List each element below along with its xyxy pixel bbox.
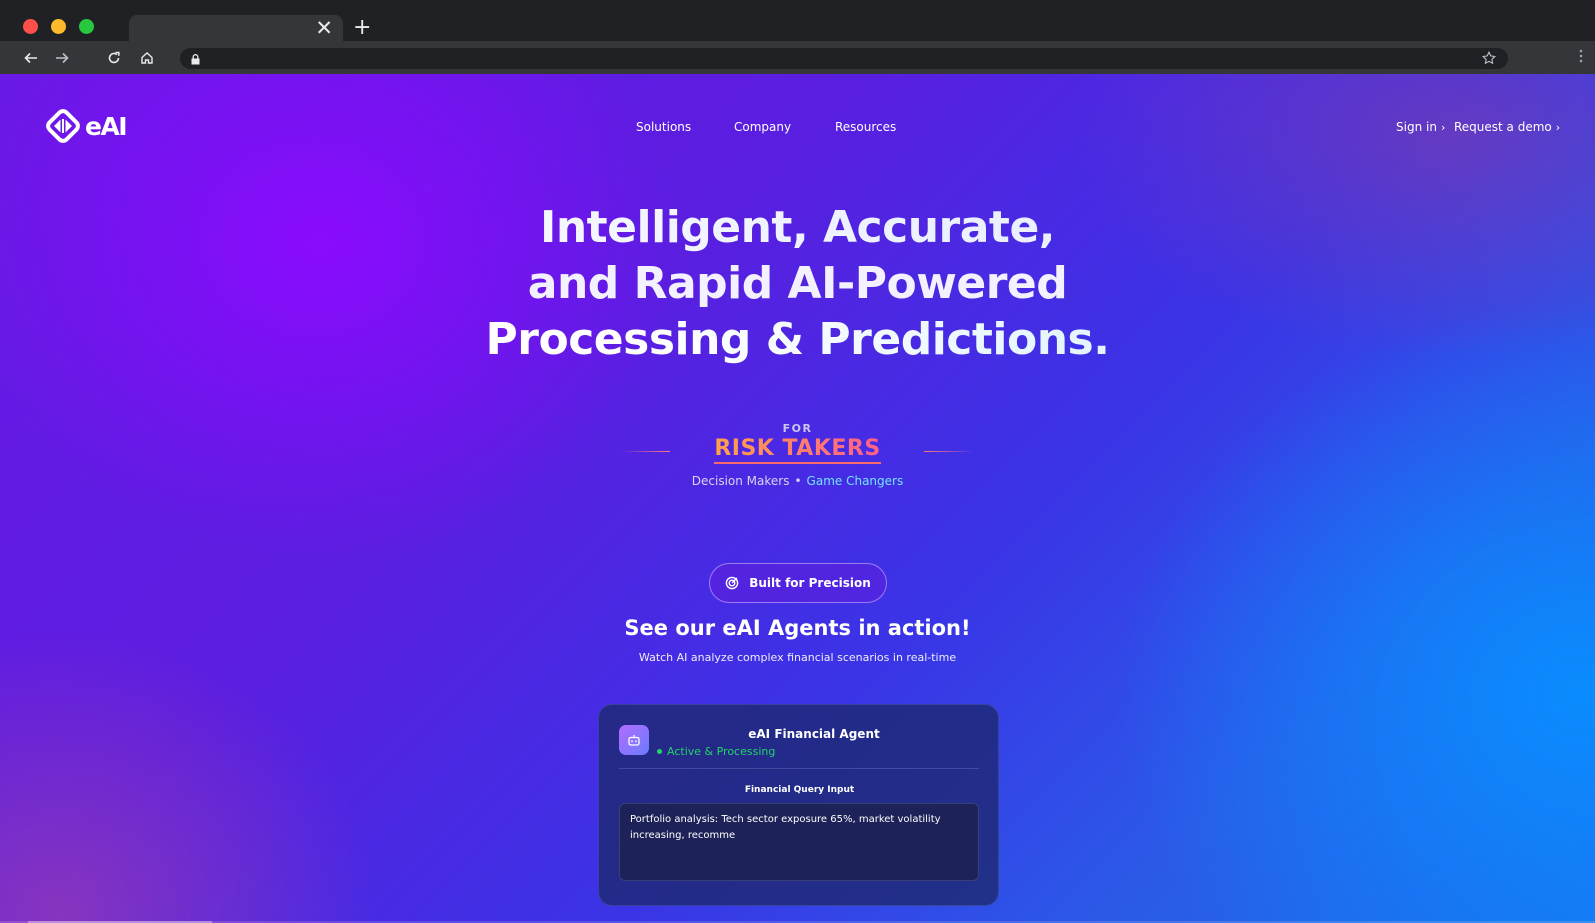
for-label: FOR [782,422,813,435]
hero-title-line-1: Intelligent, Accurate, [0,200,1595,256]
new-tab-icon[interactable]: + [353,17,371,39]
target-icon [725,576,739,590]
audience-roles: Decision Makers • Game Changers [0,474,1595,488]
role-decision-makers: Decision Makers [691,474,790,488]
status-dot-icon [657,748,662,754]
close-tab-icon[interactable]: ✕ [315,17,333,39]
agent-name: eAI Financial Agent [748,727,880,741]
address-bar[interactable] [180,48,1508,69]
request-demo-label: Request a demo [1454,120,1552,134]
home-icon[interactable] [136,47,158,69]
divider [619,768,979,769]
section-subtitle: Watch AI analyze complex financial scena… [638,651,957,664]
agent-status-text: Active & Processing [667,745,776,758]
hero-title: Intelligent, Accurate, and Rapid AI-Powe… [0,200,1595,368]
star-icon[interactable] [1482,50,1496,70]
nav-item-resources[interactable]: Resources [835,119,896,135]
section-title: See our eAI Agents in action! [624,616,971,640]
audience-text: RISK TAKERS [714,436,881,464]
built-for-precision-button[interactable]: Built for Precision [709,563,887,603]
hero-title-line-2: and Rapid AI-Powered [527,258,1068,309]
hero-title-line-3: Processing & Predictions. [0,312,1595,368]
maximize-window-button[interactable] [79,19,94,34]
chevron-right-icon: › [1555,121,1561,134]
back-arrow-icon[interactable] [20,47,42,69]
browser-tab-strip: ✕ + [0,0,1595,41]
audience-headline: RISK TAKERS [0,436,1595,464]
robot-icon [619,725,649,755]
main-nav: Solutions Company Resources Sign in › Req… [0,119,1595,139]
role-separator: • [794,474,802,488]
role-game-changers: Game Changers [806,474,904,488]
browser-toolbar [0,41,1595,74]
lock-icon [191,52,200,70]
sign-in-label: Sign in [1396,120,1437,134]
query-label: Financial Query Input [744,785,855,795]
forward-arrow-icon[interactable] [51,47,73,69]
request-demo-link[interactable]: Request a demo › [1454,119,1560,136]
close-window-button[interactable] [23,19,38,34]
pill-label: Built for Precision [749,576,871,590]
browser-tab[interactable]: ✕ [129,15,343,41]
page-viewport: eAI Solutions Company Resources Sign in ›… [0,74,1595,923]
financial-query-input[interactable]: Portfolio analysis: Tech sector exposure… [619,803,979,881]
agent-card: eAI Financial Agent Active & Processing … [598,704,999,906]
minimize-window-button[interactable] [51,19,66,34]
sign-in-link[interactable]: Sign in › [1396,119,1445,136]
nav-item-company[interactable]: Company [734,119,791,135]
decorative-line-right [924,451,974,452]
agent-status: Active & Processing [657,745,775,758]
reload-icon[interactable] [103,47,125,69]
kebab-menu-icon[interactable] [1579,49,1583,68]
nav-item-solutions[interactable]: Solutions [636,119,691,135]
chevron-right-icon: › [1440,121,1446,134]
